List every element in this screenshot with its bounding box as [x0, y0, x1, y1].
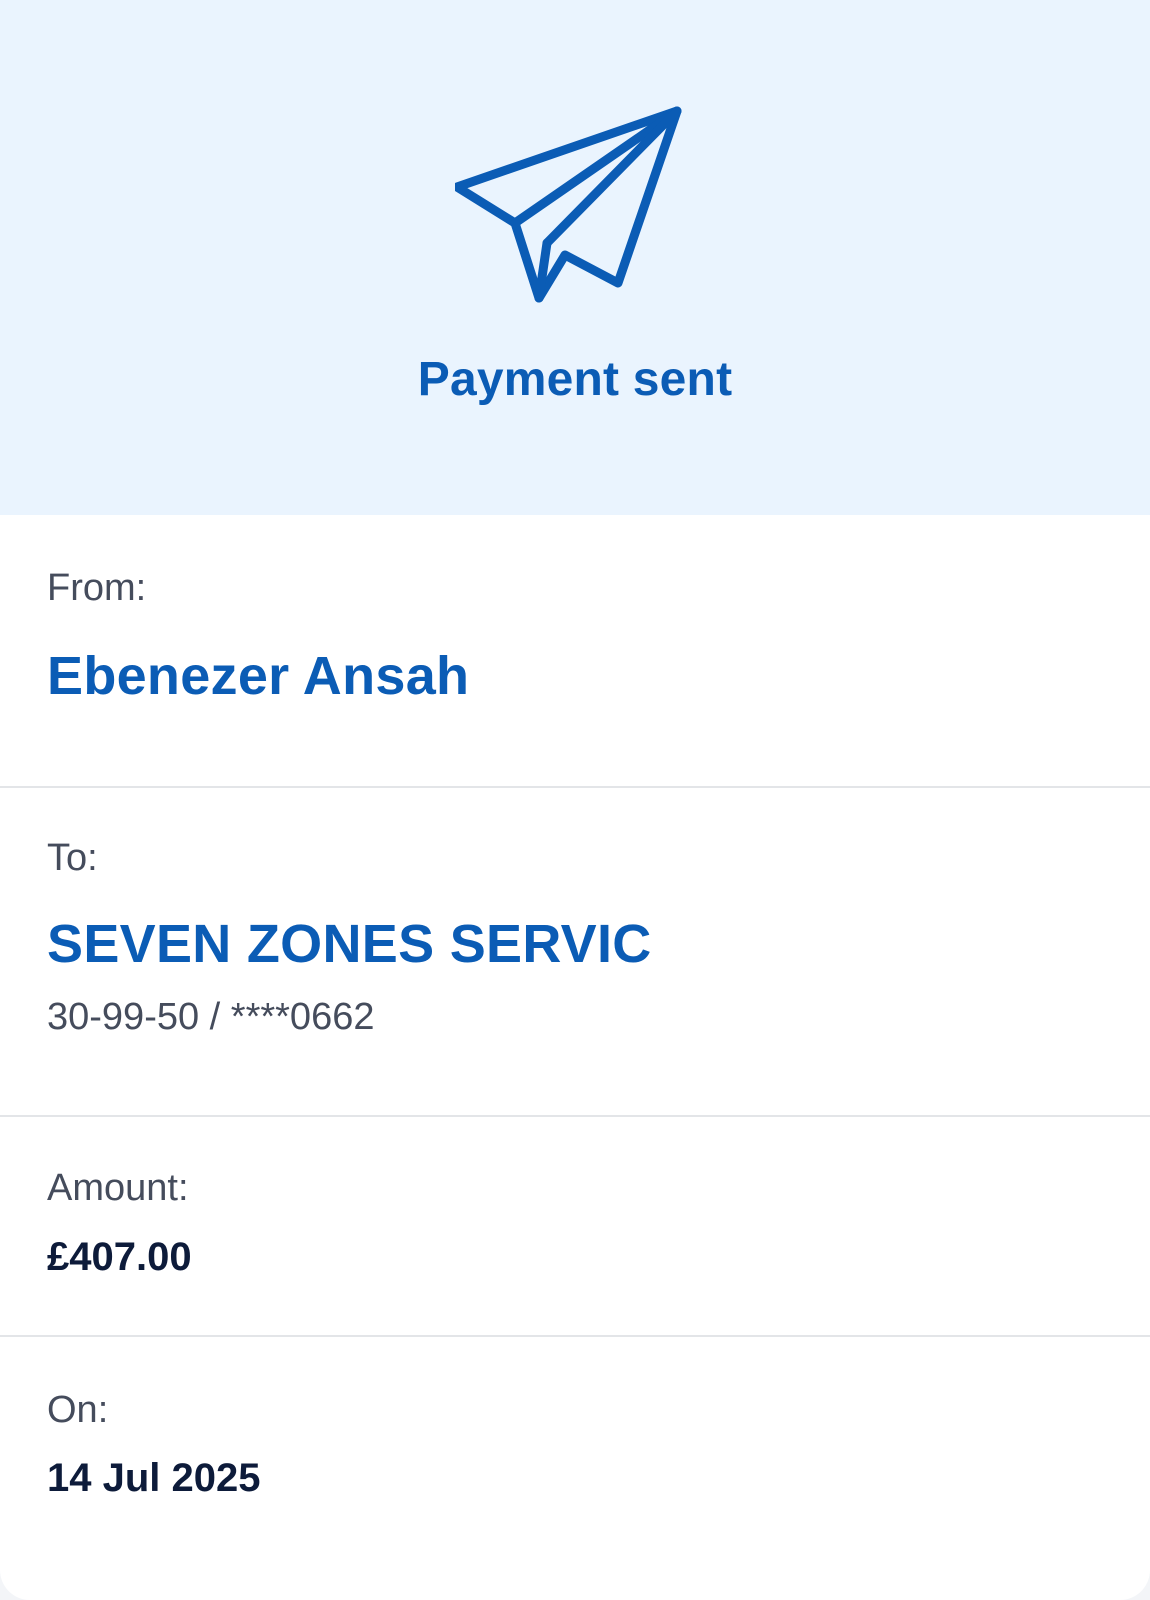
amount-value: £407.00: [47, 1235, 192, 1279]
from-label: From:: [47, 567, 147, 609]
date-label: On:: [47, 1389, 109, 1431]
date-section: On: 14 Jul 2025: [0, 1337, 1150, 1600]
amount-section: Amount: £407.00: [0, 1117, 1150, 1337]
payment-confirmation-card: Payment sent From: Ebenezer Ansah To: SE…: [0, 0, 1150, 1600]
recipient-account: 30-99-50 / ****0662: [47, 996, 375, 1038]
to-label: To:: [47, 837, 98, 879]
date-value: 14 Jul 2025: [47, 1456, 261, 1500]
to-section: To: SEVEN ZONES SERVIC 30-99-50 / ****06…: [0, 788, 1150, 1117]
sender-name: Ebenezer Ansah: [47, 646, 470, 706]
from-section: From: Ebenezer Ansah: [0, 515, 1150, 788]
payment-status-title: Payment sent: [417, 353, 733, 406]
recipient-name: SEVEN ZONES SERVIC: [47, 914, 652, 974]
confirmation-header: Payment sent: [0, 0, 1150, 515]
paper-plane-icon: [455, 106, 682, 303]
amount-label: Amount:: [47, 1167, 189, 1209]
